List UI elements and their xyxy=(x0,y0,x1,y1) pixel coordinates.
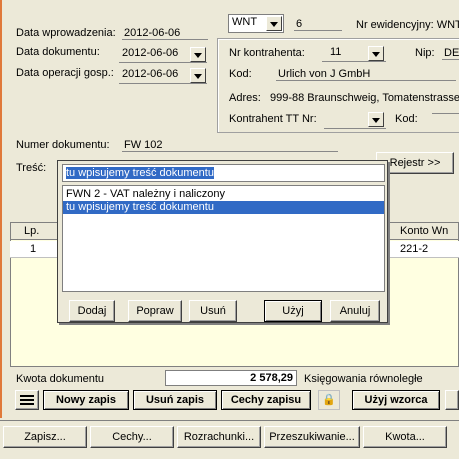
tresc-popup: tu wpisujemy treść dokumentu FWN 2 - VAT… xyxy=(57,160,388,323)
data-operacji-dropdown-icon[interactable] xyxy=(190,68,206,83)
list-menu-icon[interactable] xyxy=(15,390,39,410)
kwota-value: 2 578,29 xyxy=(165,370,297,386)
adres-label: Adres: xyxy=(229,92,261,104)
popraw-button[interactable]: Popraw xyxy=(128,300,182,322)
nr-kontrahenta-dropdown-icon[interactable] xyxy=(368,46,384,61)
grid-cell-lp: 1 xyxy=(30,243,37,255)
kwota-button[interactable]: Kwota... xyxy=(363,426,447,448)
numer-dokumentu-value: FW 102 xyxy=(122,139,338,152)
tresc-input-value: tu wpisujemy treść dokumentu xyxy=(66,167,214,179)
rozrachunki-button[interactable]: Rozrachunki... xyxy=(177,426,261,448)
przeszukiwanie-button[interactable]: Przeszukiwanie... xyxy=(264,426,360,448)
nr-kontrahenta-value: 11 xyxy=(330,46,342,58)
doc-number: 6 xyxy=(294,18,342,31)
nr-kontrahenta-label: Nr kontrahenta: xyxy=(229,47,305,59)
zapisz-button[interactable]: Zapisz... xyxy=(3,426,87,448)
data-operacji-value: 2012-06-06 xyxy=(122,68,179,80)
tresc-label: Treść: xyxy=(16,162,47,174)
data-dokumentu-dropdown-icon[interactable] xyxy=(190,47,206,62)
nip-value: DE xyxy=(442,47,459,60)
cechy-button[interactable]: Cechy... xyxy=(90,426,174,448)
usun-button[interactable]: Usuń xyxy=(189,300,237,322)
anuluj-button[interactable]: Anuluj xyxy=(330,300,380,322)
dodaj-button[interactable]: Dodaj xyxy=(69,300,115,322)
kontrahent-tt-dropdown-icon[interactable] xyxy=(368,112,384,127)
grid-header-lp: Lp. xyxy=(24,225,40,237)
adres-value: 999-88 Braunschweig, Tomatenstrasse xyxy=(270,92,459,104)
grid-header-konto-wn: Konto Wn xyxy=(400,225,449,237)
kod2-label: Kod: xyxy=(395,113,418,125)
extra-button[interactable] xyxy=(445,390,459,410)
usun-zapis-button[interactable]: Usuń zapis xyxy=(133,390,217,410)
nowy-zapis-button[interactable]: Nowy zapis xyxy=(43,390,129,410)
list-item[interactable]: FWN 2 - VAT należny i naliczony xyxy=(63,188,384,201)
doc-type-value: WNT xyxy=(232,16,258,28)
lock-icon[interactable]: 🔒 xyxy=(318,390,340,410)
list-item[interactable]: tu wpisujemy treść dokumentu xyxy=(63,201,384,214)
data-dokumentu-value: 2012-06-06 xyxy=(122,47,179,59)
tresc-list[interactable]: FWN 2 - VAT należny i naliczony tu wpisu… xyxy=(62,185,385,292)
nip-label: Nip: xyxy=(415,47,435,59)
numer-dokumentu-label: Numer dokumentu: xyxy=(16,139,110,151)
data-wprowadzenia-label: Data wprowadzenia: xyxy=(16,27,116,39)
data-operacji-label: Data operacji gosp.: xyxy=(16,67,114,79)
data-dokumentu-label: Data dokumentu: xyxy=(16,46,100,58)
kod-label: Kod: xyxy=(229,68,252,80)
kontrahent-tt-label: Kontrahent TT Nr: xyxy=(229,113,317,125)
data-wprowadzenia-value: 2012-06-06 xyxy=(122,27,208,40)
doc-type-dropdown-icon[interactable] xyxy=(266,16,282,31)
grid-cell-konto-wn: 221-2 xyxy=(400,243,429,255)
uzyj-button[interactable]: Użyj xyxy=(264,300,322,322)
nr-ewidencyjny-label: Nr ewidencyjny: WNT xyxy=(356,19,459,31)
kod-value: Urlich von J GmbH xyxy=(276,68,456,81)
kwota-label: Kwota dokumentu xyxy=(16,373,105,385)
ksiegowania-label: Księgowania równoległe xyxy=(304,373,423,385)
uzyj-wzorca-button[interactable]: Użyj wzorca xyxy=(352,390,440,410)
kod2-value xyxy=(432,113,459,114)
cechy-zapisu-button[interactable]: Cechy zapisu xyxy=(221,390,311,410)
tresc-input[interactable]: tu wpisujemy treść dokumentu xyxy=(62,164,385,182)
